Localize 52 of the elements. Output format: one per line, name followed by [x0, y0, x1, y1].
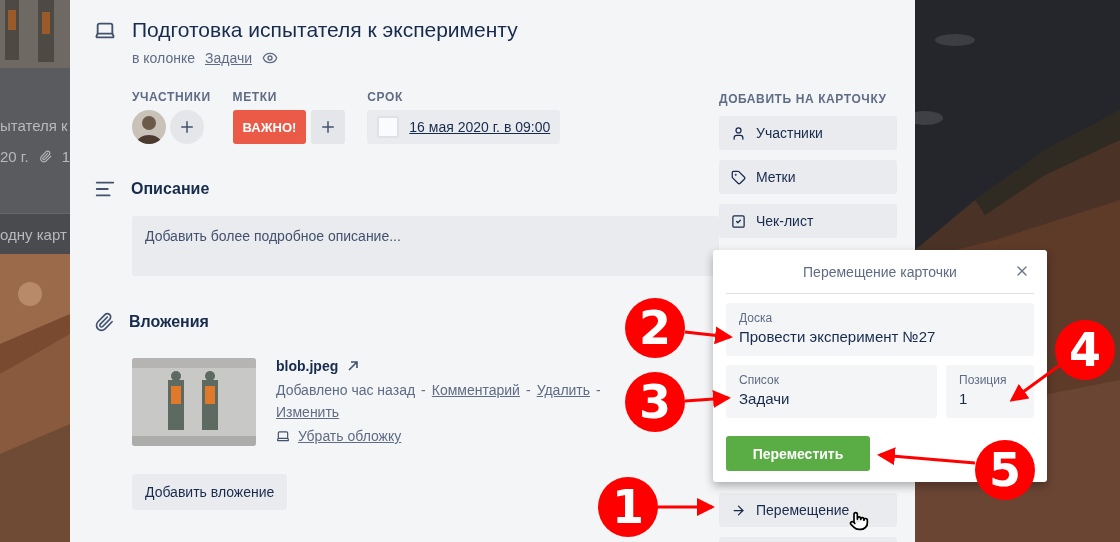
- card-title[interactable]: Подготовка испытателя к эксперименту: [132, 18, 518, 42]
- arrow-icon: [731, 502, 746, 518]
- due-date-link[interactable]: 16 мая 2020 г. в 09:00: [409, 119, 551, 135]
- list-select[interactable]: Список Задачи: [726, 365, 937, 418]
- file-name[interactable]: blob.jpeg: [276, 358, 339, 374]
- separator: -: [596, 381, 601, 400]
- due-label: СРОК: [367, 90, 404, 104]
- attachment-action-link[interactable]: Изменить: [276, 401, 340, 423]
- annotation-arrow: [684, 390, 731, 408]
- tag-icon: [731, 169, 746, 185]
- members-label: УЧАСТНИКИ: [132, 90, 211, 104]
- card-title: ытателя к: [0, 116, 68, 134]
- person-icon: [731, 125, 746, 141]
- labels-label: МЕТКИ: [232, 90, 278, 104]
- eye-icon[interactable]: [262, 50, 278, 66]
- paperclip-icon: [94, 312, 114, 332]
- due-checkbox[interactable]: [377, 116, 400, 138]
- section-title: Описание: [131, 180, 210, 198]
- paperclip-icon: [38, 149, 52, 163]
- add-attachment-button[interactable]: Добавить вложение: [132, 474, 288, 510]
- move-button[interactable]: Перемещение: [719, 493, 897, 527]
- add-label-button[interactable]: [311, 110, 346, 144]
- sidebar-button[interactable]: Чек-лист: [719, 204, 897, 238]
- checkbox-icon: [731, 213, 746, 229]
- description-field[interactable]: Добавить более подробное описание...: [132, 216, 719, 276]
- attachment-count: 1: [61, 147, 70, 165]
- list-link[interactable]: Задачи: [205, 50, 252, 66]
- plus-icon: [178, 118, 196, 136]
- external-link-icon[interactable]: [348, 361, 359, 371]
- hand-cursor-icon: [849, 511, 869, 531]
- sidebar-button[interactable]: Метки: [719, 160, 897, 194]
- separator: -: [421, 381, 426, 400]
- cover-icon: [276, 429, 290, 443]
- popover-title: Перемещение карточки: [803, 263, 957, 280]
- added-time: Добавлено час назад: [276, 381, 416, 400]
- annotation-arrow: [1009, 363, 1061, 402]
- remove-cover-link[interactable]: Убрать обложку: [298, 428, 402, 444]
- list-caption: в колонке: [132, 50, 195, 66]
- add-card-link[interactable]: одну карт: [0, 225, 67, 243]
- annotation-arrow: [658, 498, 715, 516]
- attachment-action-link[interactable]: Удалить: [536, 379, 591, 401]
- board-select[interactable]: Доска Провести эксперимент №27: [726, 303, 1034, 356]
- attachment-action-link[interactable]: Комментарий: [431, 379, 520, 401]
- sidebar-title: ДОБАВИТЬ НА КАРТОЧКУ: [719, 92, 888, 106]
- due-date: 20 г.: [0, 147, 29, 165]
- sidebar-button[interactable]: Участники: [719, 116, 897, 150]
- add-member-button[interactable]: [170, 110, 204, 144]
- position-select[interactable]: Позиция 1: [946, 365, 1034, 418]
- annotation-arrow: [684, 326, 733, 345]
- separator: -: [525, 381, 531, 400]
- member-avatar[interactable]: [132, 110, 166, 144]
- section-title: Вложения: [129, 313, 209, 331]
